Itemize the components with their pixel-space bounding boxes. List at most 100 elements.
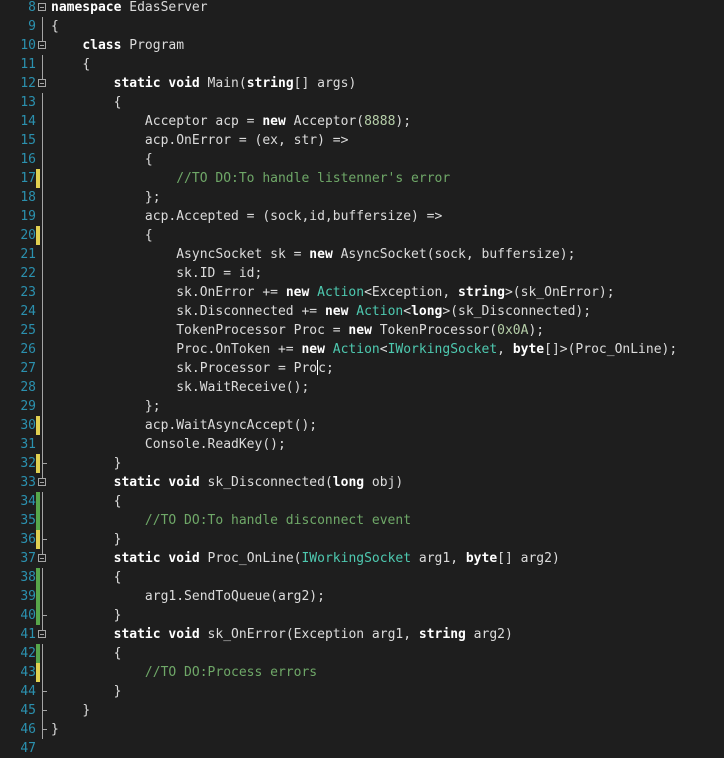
- code-line[interactable]: Console.ReadKey();: [51, 435, 286, 454]
- line-number: 39: [20, 589, 36, 604]
- collapse-icon[interactable]: [38, 554, 46, 562]
- collapse-icon[interactable]: [38, 630, 46, 638]
- code-line[interactable]: sk.WaitReceive();: [51, 378, 309, 397]
- code-line[interactable]: {: [51, 55, 90, 74]
- code-line[interactable]: }: [51, 682, 122, 701]
- line-number: 17: [20, 171, 36, 186]
- gutter-row: 34: [0, 492, 50, 511]
- code-line[interactable]: {: [51, 17, 59, 36]
- code-line[interactable]: {: [51, 150, 153, 169]
- line-number: 8: [28, 0, 36, 15]
- code-line[interactable]: TokenProcessor Proc = new TokenProcessor…: [51, 321, 544, 340]
- code-token: <: [403, 304, 412, 319]
- code-line[interactable]: static void sk_Disconnected(long obj): [51, 473, 404, 492]
- fold-guide: [42, 492, 43, 511]
- fold-guide: [42, 264, 43, 283]
- code-token: arg1,: [411, 551, 466, 566]
- code-line[interactable]: AsyncSocket sk = new AsyncSocket(sock, b…: [51, 245, 575, 264]
- code-line[interactable]: //TO DO:Process errors: [51, 663, 317, 682]
- code-line[interactable]: }: [51, 454, 122, 473]
- code-line[interactable]: sk.Disconnected += new Action<long>(sk_D…: [51, 302, 591, 321]
- code-line[interactable]: };: [51, 188, 161, 207]
- code-keyword: class: [82, 38, 122, 53]
- change-marker: [36, 606, 40, 625]
- code-line[interactable]: }: [51, 606, 122, 625]
- line-number: 34: [20, 494, 36, 509]
- code-line[interactable]: {: [51, 568, 122, 587]
- gutter-row: 8: [0, 0, 50, 17]
- code-keyword: static: [113, 76, 161, 91]
- code-line[interactable]: namespace EdasServer: [51, 0, 208, 17]
- code-line[interactable]: }: [51, 701, 90, 720]
- code-line[interactable]: };: [51, 397, 161, 416]
- collapse-icon[interactable]: [38, 79, 46, 87]
- code-line[interactable]: sk.ID = id;: [51, 264, 262, 283]
- line-number: 20: [20, 228, 36, 243]
- code-line[interactable]: {: [51, 93, 122, 112]
- code-line[interactable]: arg1.SendToQueue(arg2);: [51, 587, 325, 606]
- code-line[interactable]: //TO DO:To handle disconnect event: [51, 511, 411, 530]
- gutter-row: 37: [0, 549, 50, 568]
- code-token: };: [144, 190, 161, 205]
- code-token: AsyncSocket sk =: [176, 247, 310, 262]
- code-line[interactable]: {: [51, 226, 153, 245]
- gutter-row: 18: [0, 188, 50, 207]
- code-token: {: [113, 494, 122, 509]
- gutter-row: 16: [0, 150, 50, 169]
- code-comment: //TO DO:To handle disconnect event: [144, 513, 412, 528]
- line-number: 45: [20, 703, 36, 718]
- code-line[interactable]: static void Proc_OnLine(IWorkingSocket a…: [51, 549, 560, 568]
- collapse-icon[interactable]: [38, 3, 46, 11]
- code-line[interactable]: Acceptor acp = new Acceptor(8888);: [51, 112, 411, 131]
- gutter-row: 20: [0, 226, 50, 245]
- code-keyword: static: [113, 551, 161, 566]
- code-line[interactable]: acp.OnError = (ex, str) =>: [51, 131, 349, 150]
- fold-guide: [42, 321, 43, 340]
- fold-guide: [42, 340, 43, 359]
- code-line[interactable]: {: [51, 492, 122, 511]
- code-line[interactable]: sk.Processor = Proc;: [51, 359, 334, 378]
- fold-guide: [42, 397, 43, 416]
- code-line[interactable]: acp.Accepted = (sock,id,buffersize) =>: [51, 207, 442, 226]
- line-number: 31: [20, 437, 36, 452]
- fold-guide: [42, 226, 43, 245]
- code-line[interactable]: {: [51, 644, 122, 663]
- line-number: 33: [20, 475, 36, 490]
- gutter-row: 42: [0, 644, 50, 663]
- code-line[interactable]: }: [51, 720, 59, 739]
- code-line[interactable]: }: [51, 530, 122, 549]
- fold-guide: [42, 720, 47, 739]
- code-line[interactable]: acp.WaitAsyncAccept();: [51, 416, 317, 435]
- code-token: }: [113, 608, 122, 623]
- gutter-row: 46: [0, 720, 50, 739]
- code-token: []>(Proc_OnLine);: [544, 342, 678, 357]
- code-line[interactable]: static void Main(string[] args): [51, 74, 357, 93]
- code-line[interactable]: class Program: [51, 36, 184, 55]
- fold-guide: [42, 55, 43, 74]
- code-token: arg1.SendToQueue(arg2);: [144, 589, 325, 604]
- code-line[interactable]: static void sk_OnError(Exception arg1, s…: [51, 625, 513, 644]
- collapse-icon[interactable]: [38, 41, 46, 49]
- code-token: );: [528, 323, 545, 338]
- code-line[interactable]: //TO DO:To handle listenner's error: [51, 169, 450, 188]
- code-type: IWorkingSocket: [301, 551, 412, 566]
- code-editor[interactable]: 8 9 10 11 12 13 14 15 16 17 18 19 20 21 22 23 24 25 26 27 28…: [0, 0, 724, 757]
- code-line[interactable]: Proc.OnToken += new Action<IWorkingSocke…: [51, 340, 677, 359]
- line-number: 30: [20, 418, 36, 433]
- code-number: 0x0A: [497, 323, 529, 338]
- collapse-icon[interactable]: [38, 478, 46, 486]
- code-line[interactable]: sk.OnError += new Action<Exception, stri…: [51, 283, 614, 302]
- code-keyword: new: [348, 323, 372, 338]
